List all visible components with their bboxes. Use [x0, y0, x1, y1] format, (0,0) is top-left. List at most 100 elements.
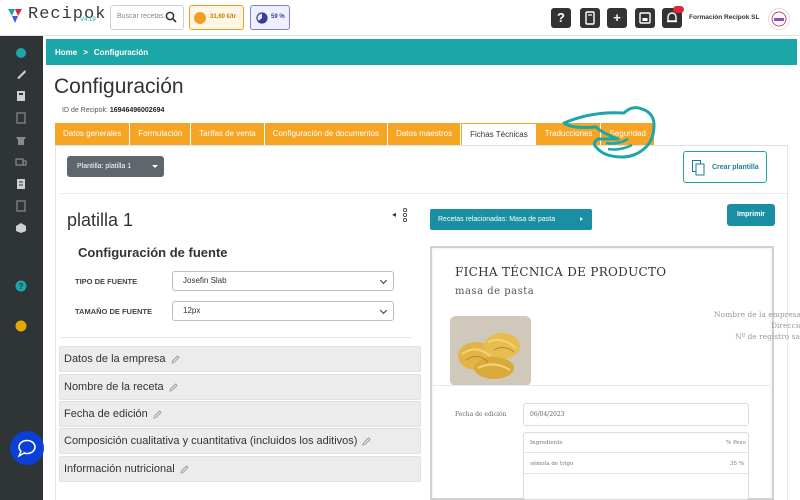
- font-size-select[interactable]: 12px: [172, 301, 394, 321]
- logo-mark-icon: [6, 6, 24, 24]
- calculator-icon[interactable]: [15, 200, 27, 212]
- recipok-id-value: 16946496002694: [109, 107, 165, 114]
- pencil-icon[interactable]: [170, 354, 180, 364]
- page-title: Configuración: [54, 75, 184, 98]
- knife-icon[interactable]: [15, 68, 27, 80]
- section-informacion-nutricional[interactable]: Información nutricional: [59, 456, 421, 482]
- calculator-button[interactable]: [580, 8, 600, 28]
- section-composicion[interactable]: Composición cualitativa y cuantitativa (…: [59, 428, 421, 454]
- tab-configuracion-documentos[interactable]: Configuración de documentos: [264, 123, 389, 145]
- font-size-label: TAMAÑO DE FUENTE: [75, 307, 152, 316]
- create-template-label: Crear plantilla: [712, 164, 759, 171]
- add-button[interactable]: +: [607, 8, 627, 28]
- section-label: Nombre de la receta: [64, 381, 164, 393]
- section-datos-empresa[interactable]: Datos de la empresa: [59, 346, 421, 372]
- template-select[interactable]: Plantilla: platilla 1: [67, 156, 164, 177]
- company-logo-icon: [771, 11, 787, 27]
- ingredients-table: Ingrediente % Peso sémola de trigo 35 %: [523, 432, 749, 500]
- book-icon[interactable]: [15, 90, 27, 102]
- tab-formulacion[interactable]: Formulación: [130, 123, 192, 145]
- tab-tarifas-de-venta[interactable]: Tarifas de venta: [191, 123, 265, 145]
- recipe-photo: [450, 316, 531, 386]
- company-avatar[interactable]: [768, 8, 790, 30]
- coin-icon[interactable]: [15, 320, 27, 332]
- section-label: Composición cualitativa y cuantitativa (…: [64, 435, 358, 447]
- credit-badge[interactable]: 31,60 €/tr: [189, 5, 244, 30]
- sheet-title: FICHA TÉCNICA DE PRODUCTO: [455, 265, 667, 279]
- help-button[interactable]: ?: [551, 8, 571, 28]
- font-size-value: 12px: [183, 306, 201, 315]
- chevron-down-icon: [379, 276, 388, 285]
- print-button[interactable]: Imprimir: [727, 204, 775, 226]
- font-config-title: Configuración de fuente: [78, 245, 228, 260]
- breadcrumb-home[interactable]: Home: [55, 48, 77, 57]
- company-address-line: Dirección: [771, 321, 800, 330]
- svg-text:?: ?: [19, 282, 24, 291]
- calculator-icon: [585, 11, 595, 25]
- add-symbol: +: [613, 10, 621, 25]
- tab-fichas-tecnicas[interactable]: Fichas Técnicas: [461, 123, 537, 145]
- coins-icon: [194, 12, 206, 24]
- sanitary-register-line: Nº de registro sanitario: [735, 332, 800, 341]
- search-input[interactable]: Buscar recetas...: [110, 5, 184, 30]
- hand-pointer-annotation-icon: [562, 106, 656, 159]
- font-type-select[interactable]: Josefin Slab: [172, 271, 394, 291]
- font-type-value: Josefin Slab: [183, 276, 227, 285]
- percent-header: % Peso: [726, 440, 746, 446]
- pencil-icon[interactable]: [180, 464, 189, 474]
- create-template-button[interactable]: Crear plantilla: [683, 151, 767, 183]
- section-label: Información nutricional: [64, 463, 175, 475]
- pencil-icon[interactable]: [362, 436, 372, 446]
- tab-datos-generales[interactable]: Datos generales: [55, 123, 131, 145]
- sheet-recipe-name: masa de pasta: [455, 286, 535, 297]
- chevron-right-icon: [580, 217, 583, 221]
- section-label: Fecha de edición: [64, 408, 148, 420]
- template-name: platilla 1: [67, 210, 134, 230]
- divider: [60, 337, 412, 338]
- help-symbol: ?: [557, 10, 565, 25]
- dashboard-icon[interactable]: [15, 47, 27, 59]
- tab-datos-maestros[interactable]: Datos maestros: [388, 123, 462, 145]
- credit-value: 31,60 €/tr: [210, 14, 237, 20]
- percent-cell: 35 %: [730, 461, 744, 467]
- pencil-icon[interactable]: [153, 409, 162, 419]
- pie-progress-icon: [256, 12, 268, 24]
- breadcrumb-separator: >: [83, 47, 88, 57]
- divider: [432, 385, 770, 386]
- search-placeholder: Buscar recetas...: [117, 13, 170, 20]
- template-select-label: Plantilla: platilla 1: [77, 163, 132, 170]
- usage-badge[interactable]: 59 %: [250, 5, 290, 30]
- top-bar: Recipok V4.19 Buscar recetas... 31,60 €/…: [0, 0, 800, 36]
- breadcrumb: Home > Configuración: [46, 39, 797, 65]
- recipok-id: ID de Recipok: 16946496002694: [62, 107, 164, 114]
- list-icon[interactable]: [15, 178, 27, 190]
- edition-date-label: Fecha de edición: [455, 411, 507, 418]
- search-icon[interactable]: [165, 11, 177, 23]
- company-name[interactable]: Formación Recipok SL: [689, 14, 759, 21]
- document-icon[interactable]: [15, 112, 27, 124]
- more-options-icon[interactable]: [402, 208, 408, 222]
- chevron-down-icon: [152, 165, 158, 168]
- ingredient-cell: sémola de trigo: [530, 461, 574, 467]
- truck-icon[interactable]: [15, 156, 27, 168]
- related-recipes-label: Recetas relacionadas: Masa de pasta: [438, 216, 556, 223]
- save-button[interactable]: [635, 8, 655, 28]
- section-fecha-edicion[interactable]: Fecha de edición: [59, 401, 421, 427]
- font-type-label: TIPO DE FUENTE: [75, 277, 138, 286]
- chat-bubble-icon: [17, 439, 36, 458]
- recipok-id-label: ID de Recipok:: [62, 107, 108, 114]
- app-window: Recipok V4.19 Buscar recetas... 31,60 €/…: [0, 0, 800, 500]
- chat-button[interactable]: [10, 431, 44, 465]
- table-header-row: Ingrediente % Peso: [524, 433, 748, 453]
- breadcrumb-current: Configuración: [93, 47, 149, 57]
- chef-icon[interactable]: [15, 134, 27, 146]
- cube-icon[interactable]: [15, 222, 27, 234]
- collapse-arrow-icon[interactable]: ◂: [392, 210, 396, 219]
- related-recipes-button[interactable]: Recetas relacionadas: Masa de pasta: [430, 209, 592, 230]
- section-nombre-receta[interactable]: Nombre de la receta: [59, 374, 421, 400]
- pencil-icon[interactable]: [169, 382, 178, 392]
- table-row: sémola de trigo 35 %: [524, 454, 748, 474]
- help-icon[interactable]: ?: [15, 280, 27, 292]
- save-icon: [639, 12, 651, 24]
- edition-date-box: 06/04/2023: [523, 403, 749, 426]
